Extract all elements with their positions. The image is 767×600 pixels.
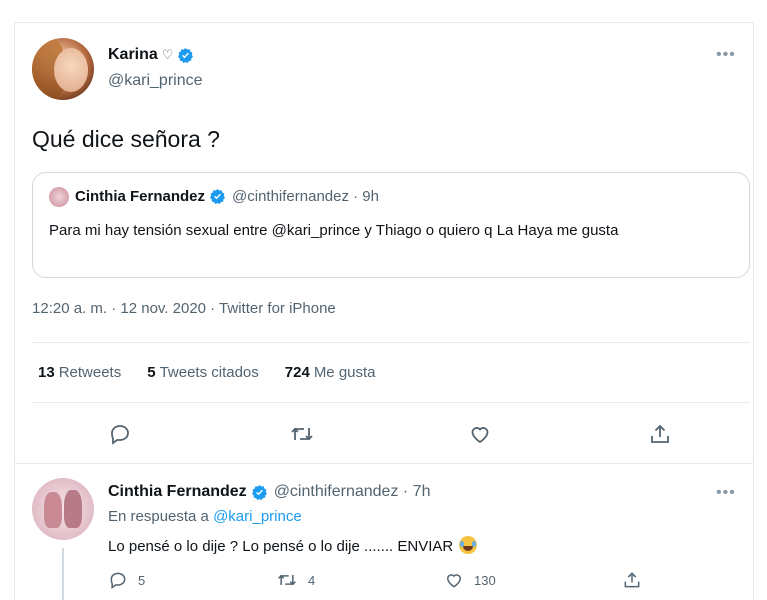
reply-to-mention[interactable]: @kari_prince — [213, 508, 302, 525]
author-handle[interactable]: @kari_prince — [108, 72, 203, 90]
likes-count: 724 — [284, 364, 310, 381]
tweet-text: Qué dice señora ? — [32, 126, 220, 152]
like-icon — [446, 574, 462, 588]
reply-author-avatar[interactable] — [32, 478, 94, 540]
quoted-tweet[interactable]: Cinthia Fernandez @cinthifernandez · 9h … — [32, 172, 750, 278]
quotes-label: Tweets citados — [159, 364, 259, 381]
reply-like-button[interactable]: 130 — [444, 570, 496, 590]
quotes-count: 5 — [147, 364, 156, 381]
reply-header: Cinthia Fernandez @cinthifernandez · 7h — [108, 483, 430, 501]
reply-icon[interactable] — [106, 420, 134, 448]
share-icon[interactable] — [646, 420, 674, 448]
verified-badge-icon — [251, 484, 267, 500]
laughing-emoji-icon — [459, 536, 478, 554]
reply-reply-button[interactable]: 5 — [108, 570, 145, 590]
reply-likes-count: 130 — [474, 572, 496, 588]
divider — [32, 342, 750, 343]
reply-text: Lo pensé o lo dije ? Lo pensé o lo dije … — [108, 538, 454, 555]
divider — [32, 402, 750, 403]
heart-outline-icon: ♡ — [161, 47, 174, 62]
retweets-count: 13 — [38, 364, 55, 381]
reply-to-prefix: En respuesta a — [108, 508, 209, 525]
reply-text-row: Lo pensé o lo dije ? Lo pensé o lo dije … — [108, 536, 478, 555]
quote-text: Para mi hay tensión sexual entre @kari_p… — [49, 222, 619, 239]
quote-author-avatar — [49, 187, 69, 207]
reply-author-name[interactable]: Cinthia Fernandez — [108, 483, 247, 501]
retweet-icon[interactable] — [288, 420, 316, 448]
retweet-icon — [278, 574, 296, 586]
quotes-stat[interactable]: 5 Tweets citados — [147, 364, 259, 381]
more-icon[interactable]: ••• — [716, 484, 736, 502]
share-icon — [624, 572, 640, 588]
tweet-stats: 13 Retweets 5 Tweets citados 724 Me gusta — [38, 364, 402, 381]
retweets-stat[interactable]: 13 Retweets — [38, 364, 121, 381]
reply-context: En respuesta a @kari_prince — [108, 508, 302, 525]
author-name[interactable]: Karina — [108, 46, 158, 64]
reply-retweets-count: 4 — [308, 572, 316, 588]
reply-author-handle[interactable]: @cinthifernandez · 7h — [274, 483, 431, 501]
like-icon[interactable] — [466, 420, 494, 448]
author-name-row: Karina ♡ — [108, 46, 194, 64]
quote-header: Cinthia Fernandez @cinthifernandez · 9h — [75, 188, 379, 205]
reply-retweet-button[interactable]: 4 — [276, 570, 315, 590]
divider — [14, 463, 754, 464]
verified-badge-icon — [210, 189, 226, 205]
author-avatar[interactable] — [32, 38, 94, 100]
more-icon[interactable]: ••• — [716, 46, 736, 64]
retweets-label: Retweets — [58, 364, 122, 381]
reply-share-button[interactable] — [622, 570, 642, 590]
reply-icon — [110, 572, 126, 589]
quote-author-name: Cinthia Fernandez — [75, 188, 206, 205]
likes-label: Me gusta — [313, 364, 376, 381]
likes-stat[interactable]: 724 Me gusta — [285, 364, 376, 381]
quote-author-handle: @cinthifernandez · 9h — [232, 188, 379, 205]
tweet-timestamp[interactable]: 12:20 a. m. · 12 nov. 2020 · Twitter for… — [32, 300, 336, 317]
reply-replies-count: 5 — [138, 572, 146, 588]
tweet-actions — [0, 420, 767, 450]
verified-badge-icon — [178, 47, 194, 63]
reply-actions: 5 4 130 — [0, 570, 767, 594]
